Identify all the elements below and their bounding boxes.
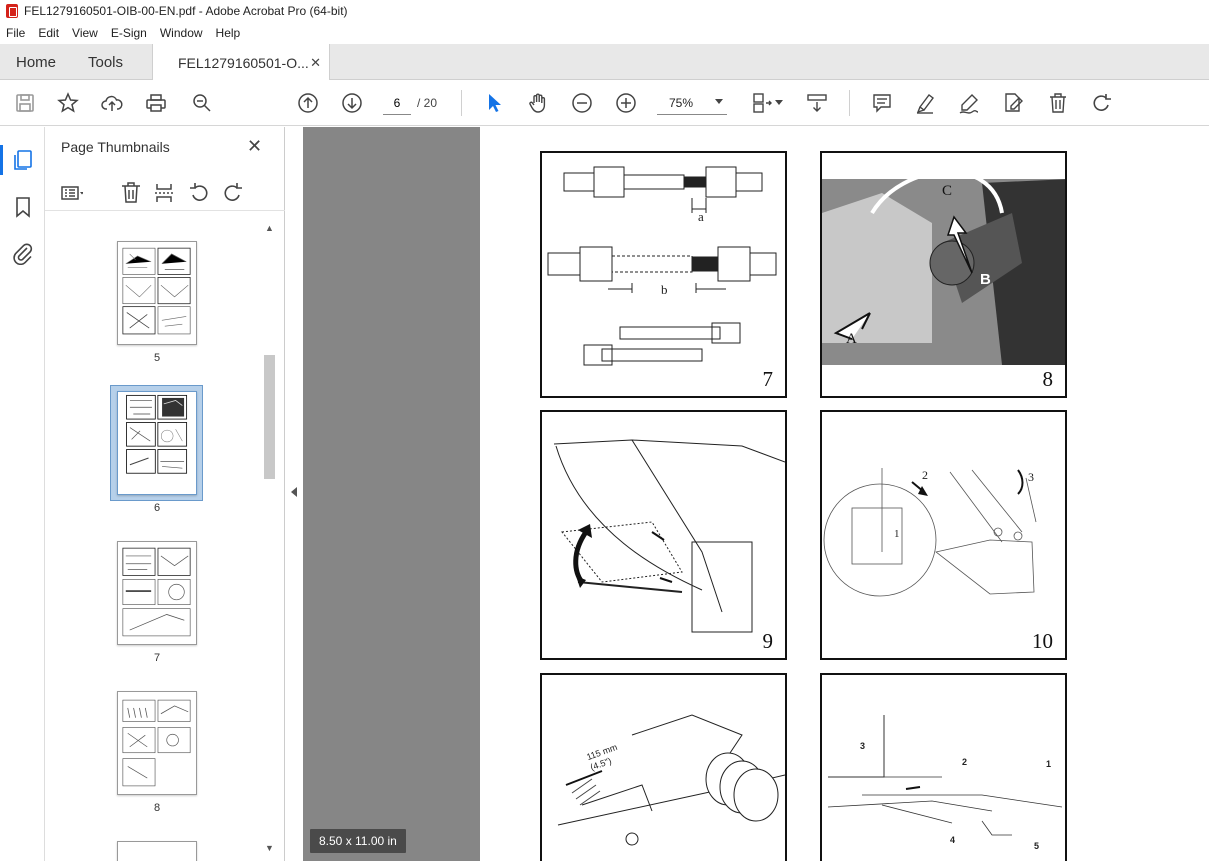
figure-label: 5 <box>1034 841 1040 851</box>
rotate-right-icon[interactable] <box>221 181 245 205</box>
figure-label: C <box>942 183 953 199</box>
zoom-in-icon[interactable] <box>614 91 638 115</box>
menu-view[interactable]: View <box>72 26 98 40</box>
figure-label: 1 <box>1046 759 1052 769</box>
figure-label: A <box>846 331 857 347</box>
menu-help[interactable]: Help <box>216 26 241 40</box>
figure-number: 10 <box>1032 629 1053 653</box>
thumbnail-label: 8 <box>153 802 161 814</box>
tab-document-label: FEL1279160501-O... <box>178 54 309 71</box>
zoom-search-icon[interactable] <box>190 91 214 115</box>
panel-toolbar <box>45 175 285 211</box>
rotate-left-icon[interactable] <box>187 181 211 205</box>
scroll-mode-icon[interactable] <box>805 91 829 115</box>
figure-label: 1 <box>894 528 900 540</box>
edit-pdf-icon[interactable] <box>1001 91 1025 115</box>
toolbar-divider <box>849 90 850 116</box>
figure-label: b <box>661 282 668 297</box>
acrobat-icon <box>6 4 18 18</box>
attachment-icon[interactable] <box>11 241 35 266</box>
figure-8: A B C 8 <box>820 151 1067 398</box>
scroll-up-icon[interactable]: ▲ <box>265 223 274 233</box>
figure-number: 9 <box>762 629 774 653</box>
zoom-value: 75% <box>669 95 694 110</box>
hand-tool-icon[interactable] <box>526 91 550 115</box>
panel-title: Page Thumbnails <box>61 139 170 155</box>
thumbnail-page-8[interactable] <box>117 691 197 795</box>
delete-page-icon[interactable] <box>119 181 143 205</box>
thumbnail-label: 6 <box>153 502 161 514</box>
page-display-icon[interactable] <box>750 91 774 115</box>
figure-label: 2 <box>962 757 968 767</box>
collapse-panel-icon[interactable] <box>291 487 297 497</box>
figure-label: B <box>980 271 991 288</box>
menu-bar: File Edit View E-Sign Window Help <box>0 22 1209 44</box>
menu-file[interactable]: File <box>6 26 25 40</box>
left-rail <box>0 127 45 861</box>
figure-10: 1 2 3 10 <box>820 410 1067 660</box>
thumbnail-page-6[interactable] <box>117 391 197 495</box>
select-cursor-icon[interactable] <box>482 91 506 115</box>
figure-label: 4 <box>950 835 956 845</box>
close-panel-icon[interactable]: ✕ <box>247 136 262 157</box>
page-total: / 20 <box>417 96 438 110</box>
comment-icon[interactable] <box>870 91 894 115</box>
thumbnail-page-5[interactable] <box>117 241 197 345</box>
figure-number: 8 <box>1042 367 1054 391</box>
thumbnail-options-icon[interactable] <box>59 181 84 205</box>
document-scrollbar[interactable] <box>1181 127 1209 861</box>
page-size-indicator: 8.50 x 11.00 in <box>310 829 406 853</box>
rotate-icon[interactable] <box>1090 91 1114 115</box>
thumbnail-page-9[interactable] <box>117 841 197 861</box>
tab-bar: Home Tools FEL1279160501-O... ✕ <box>0 44 1209 81</box>
figure-12: 3 2 1 4 5 <box>820 673 1067 861</box>
print-icon[interactable] <box>144 91 168 115</box>
tab-tools[interactable]: Tools <box>88 44 123 80</box>
thumbnails-panel: Page Thumbnails ✕ 5 6 7 8 ▲ ▼ <box>45 127 285 861</box>
toolbar-divider <box>461 90 462 116</box>
figure-number: 7 <box>762 367 774 391</box>
window-title: FEL1279160501-OIB-00-EN.pdf - Adobe Acro… <box>24 4 348 18</box>
thumbnail-list: 5 6 7 8 <box>45 217 265 861</box>
save-icon[interactable] <box>13 91 37 115</box>
figure-label: 3 <box>1028 470 1034 484</box>
thumbnail-scrollbar[interactable] <box>264 355 275 479</box>
thumbnail-page-7[interactable] <box>117 541 197 645</box>
menu-window[interactable]: Window <box>160 26 203 40</box>
zoom-dropdown[interactable]: 75% <box>657 91 727 115</box>
bookmark-icon[interactable] <box>11 195 35 219</box>
chevron-down-icon <box>715 99 723 104</box>
tab-document[interactable]: FEL1279160501-O... ✕ <box>152 44 330 81</box>
cloud-upload-icon[interactable] <box>100 91 124 115</box>
page-thumbnails-icon[interactable] <box>11 148 35 172</box>
insert-page-icon[interactable] <box>153 181 177 205</box>
trash-icon[interactable] <box>1046 91 1070 115</box>
previous-page-icon[interactable] <box>296 91 320 115</box>
active-rail-indicator <box>0 145 3 175</box>
menu-esign[interactable]: E-Sign <box>111 26 147 40</box>
menu-edit[interactable]: Edit <box>38 26 59 40</box>
main-toolbar <box>0 80 1209 126</box>
highlight-pen-icon[interactable] <box>913 91 937 115</box>
figure-11: 115 mm (4.5") <box>540 673 787 861</box>
zoom-out-icon[interactable] <box>570 91 594 115</box>
figure-label: 3 <box>860 741 866 751</box>
scroll-down-icon[interactable]: ▼ <box>265 843 274 853</box>
next-page-icon[interactable] <box>340 91 364 115</box>
draw-pen-icon[interactable] <box>957 91 981 115</box>
figure-label: 2 <box>922 468 928 482</box>
title-bar: FEL1279160501-OIB-00-EN.pdf - Adobe Acro… <box>0 0 1209 22</box>
document-view[interactable]: a b 7 A B C 8 9 1 2 3 10 115 mm (4.5") 3… <box>303 127 1181 861</box>
figure-9: 9 <box>540 410 787 660</box>
thumbnail-label: 5 <box>153 352 161 364</box>
page-number-input[interactable] <box>383 91 411 115</box>
chevron-down-icon[interactable] <box>775 100 783 105</box>
close-tab-icon[interactable]: ✕ <box>310 55 321 71</box>
pdf-page: a b 7 A B C 8 9 1 2 3 10 115 mm (4.5") 3… <box>480 127 1181 861</box>
star-icon[interactable] <box>56 91 80 115</box>
figure-7: a b 7 <box>540 151 787 398</box>
figure-label: a <box>698 209 704 224</box>
thumbnail-label: 7 <box>153 652 161 664</box>
tab-home[interactable]: Home <box>16 44 56 80</box>
